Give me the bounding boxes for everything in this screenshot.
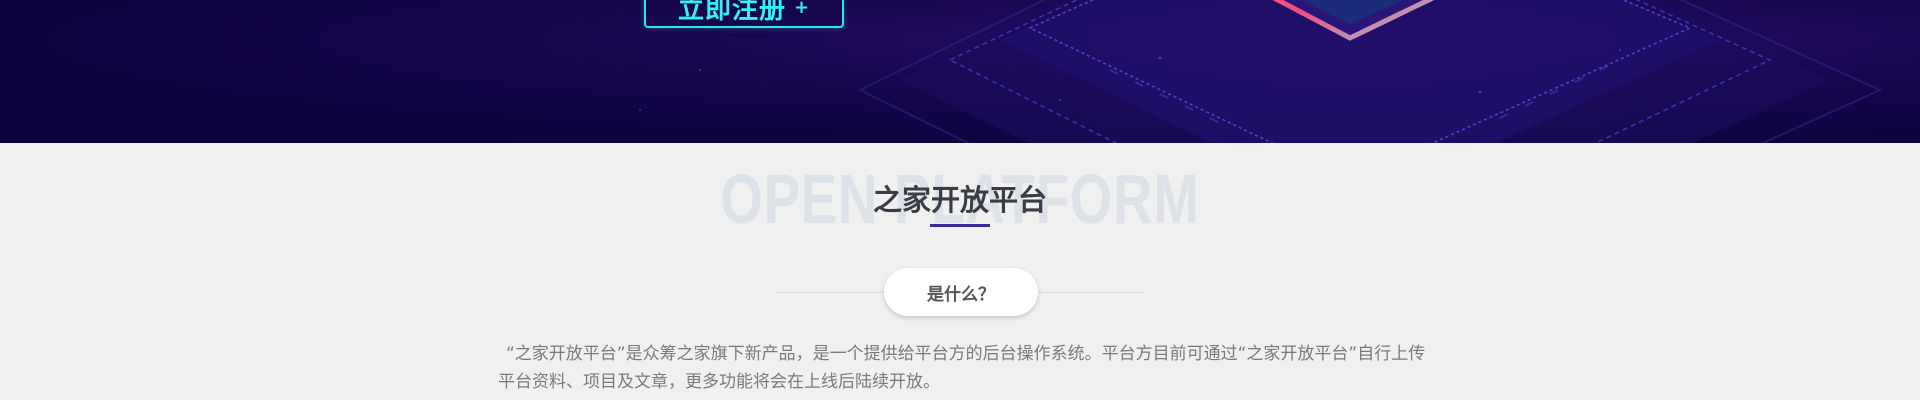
section-title: 之家开放平台 (872, 183, 1047, 217)
divider-left (776, 292, 884, 293)
platform-description: “之家开放平台”是众筹之家旗下新产品，是一个提供给平台方的后台操作系统。平台方目… (498, 344, 1426, 392)
plus-icon: + (793, 0, 811, 18)
divider-right (1036, 292, 1144, 293)
what-is-it-pill: 是什么？ (884, 268, 1038, 316)
title-underline (930, 224, 990, 227)
hero-banner: 立即注册 + (0, 0, 1920, 143)
register-button-label: 立即注册 (677, 0, 786, 25)
register-button[interactable]: 立即注册 + (644, 0, 844, 28)
hero-isometric-graphic (639, 0, 1883, 143)
